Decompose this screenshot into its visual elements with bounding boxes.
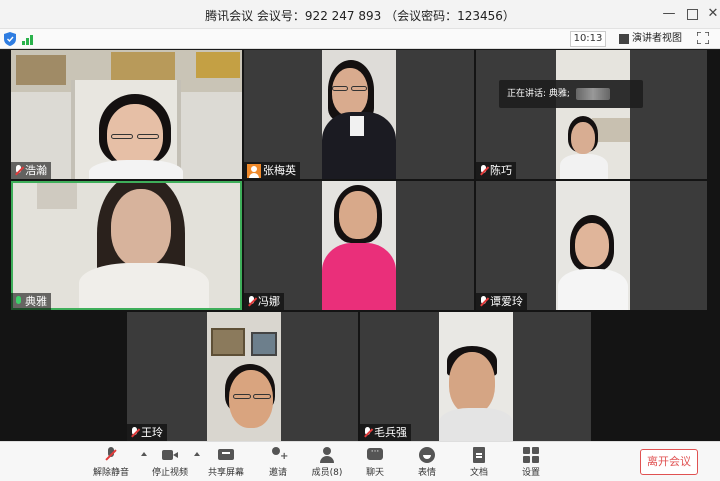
mic-muted-icon [14, 164, 23, 177]
unmute-label: 解除静音 [92, 468, 129, 478]
title-bar: 腾讯会议 会议号：922 247 893 （会议密码：123456） — ✕ [0, 0, 720, 29]
camera-icon [162, 447, 178, 463]
active-speaker-banner: 正在讲话: 典雅; [499, 80, 643, 108]
participant-name-tag: 浩瀚 [11, 162, 51, 179]
participant-name-tag: 陈巧 [476, 162, 516, 179]
speaker-view-icon [619, 34, 629, 44]
video-tile[interactable]: 张梅英 [244, 50, 474, 179]
participant-name: 张梅英 [263, 164, 296, 177]
invite-button[interactable]: 邀请 [255, 446, 301, 480]
speaker-view-button[interactable]: 演讲者视图 [619, 31, 682, 47]
meeting-timer: 10:13 [570, 31, 606, 47]
participant-name: 冯娜 [258, 295, 280, 308]
video-tile[interactable]: 王玲 [127, 312, 358, 441]
participant-name-tag: 典雅 [11, 293, 51, 310]
speaker-view-label: 演讲者视图 [632, 33, 682, 44]
participant-name: 典雅 [25, 295, 47, 308]
chat-label: 聊天 [365, 468, 384, 478]
mic-active-icon [14, 295, 23, 308]
blurred-name [575, 87, 610, 100]
participant-video [556, 181, 630, 310]
participant-name-tag: 王玲 [127, 424, 167, 441]
close-button[interactable]: ✕ [704, 5, 720, 23]
chat-button[interactable]: 聊天 [352, 446, 398, 480]
mic-muted-icon [247, 295, 256, 308]
participant-video [322, 181, 396, 310]
invite-label: 邀请 [268, 468, 287, 478]
network-signal-icon[interactable] [22, 33, 36, 45]
video-tile[interactable]: 浩瀚 [11, 50, 242, 179]
chat-icon [367, 447, 383, 463]
participant-name: 王玲 [141, 426, 163, 439]
emoji-icon [419, 447, 435, 463]
bottom-toolbar: 解除静音 停止视频 共享屏幕 邀请 成员(8) 聊天 表情 [0, 441, 720, 481]
participant-name-tag: 谭爱玲 [476, 293, 527, 310]
invite-icon [270, 447, 288, 463]
document-icon [471, 447, 487, 463]
docs-label: 文档 [469, 468, 488, 478]
fullscreen-icon[interactable] [697, 32, 709, 44]
active-speaker-text: 正在讲话: 典雅; [507, 89, 570, 99]
unmute-button[interactable]: 解除静音 [88, 446, 134, 480]
video-tile[interactable]: 冯娜 [244, 181, 474, 310]
emoji-button[interactable]: 表情 [404, 446, 450, 480]
status-bar: 10:13 演讲者视图 [0, 29, 720, 49]
members-icon [319, 447, 335, 463]
members-button[interactable]: 成员(8) [304, 446, 350, 480]
participant-video [556, 50, 630, 179]
participant-video [322, 50, 396, 179]
participant-name-tag: 冯娜 [244, 293, 284, 310]
participant-video [13, 183, 240, 308]
participant-name: 谭爱玲 [490, 295, 523, 308]
participant-video [11, 50, 242, 179]
docs-button[interactable]: 文档 [456, 446, 502, 480]
maximize-button[interactable] [683, 5, 701, 23]
video-tile[interactable]: 陈巧 [476, 50, 707, 179]
video-tile-active-speaker[interactable]: 典雅 [11, 181, 242, 310]
members-label: 成员(8) [311, 468, 343, 478]
settings-icon [523, 447, 539, 463]
mic-muted-icon [363, 426, 372, 439]
mic-muted-icon [479, 164, 488, 177]
stop-video-label: 停止视频 [151, 468, 188, 478]
meeting-window: 腾讯会议 会议号：922 247 893 （会议密码：123456） — ✕ 1… [0, 0, 720, 481]
video-grid: 浩瀚 张梅英 陈巧 典雅 冯娜 谭爱玲 王玲 毛兵强 [0, 50, 720, 441]
participant-name: 浩瀚 [25, 164, 47, 177]
shield-icon[interactable] [4, 32, 16, 46]
share-screen-icon [218, 447, 234, 463]
emoji-label: 表情 [417, 468, 436, 478]
mic-muted-icon [479, 295, 488, 308]
mic-muted-icon [130, 426, 139, 439]
participant-name: 毛兵强 [374, 426, 407, 439]
video-options-caret[interactable] [194, 452, 200, 456]
stop-video-button[interactable]: 停止视频 [147, 446, 193, 480]
leave-meeting-button[interactable]: 离开会议 [640, 449, 698, 475]
user-icon [247, 163, 261, 178]
mic-muted-icon [103, 447, 119, 463]
participant-name-tag: 毛兵强 [360, 424, 411, 441]
video-tile[interactable]: 毛兵强 [360, 312, 591, 441]
participant-video [207, 312, 281, 441]
settings-label: 设置 [521, 468, 540, 478]
window-title: 腾讯会议 会议号：922 247 893 （会议密码：123456） [205, 9, 515, 23]
participant-name: 陈巧 [490, 164, 512, 177]
settings-button[interactable]: 设置 [508, 446, 554, 480]
share-screen-button[interactable]: 共享屏幕 [203, 446, 249, 480]
minimize-button[interactable]: — [660, 5, 678, 23]
participant-video [439, 312, 513, 441]
video-tile[interactable]: 谭爱玲 [476, 181, 707, 310]
share-screen-label: 共享屏幕 [207, 468, 244, 478]
participant-name-tag: 张梅英 [244, 162, 300, 179]
